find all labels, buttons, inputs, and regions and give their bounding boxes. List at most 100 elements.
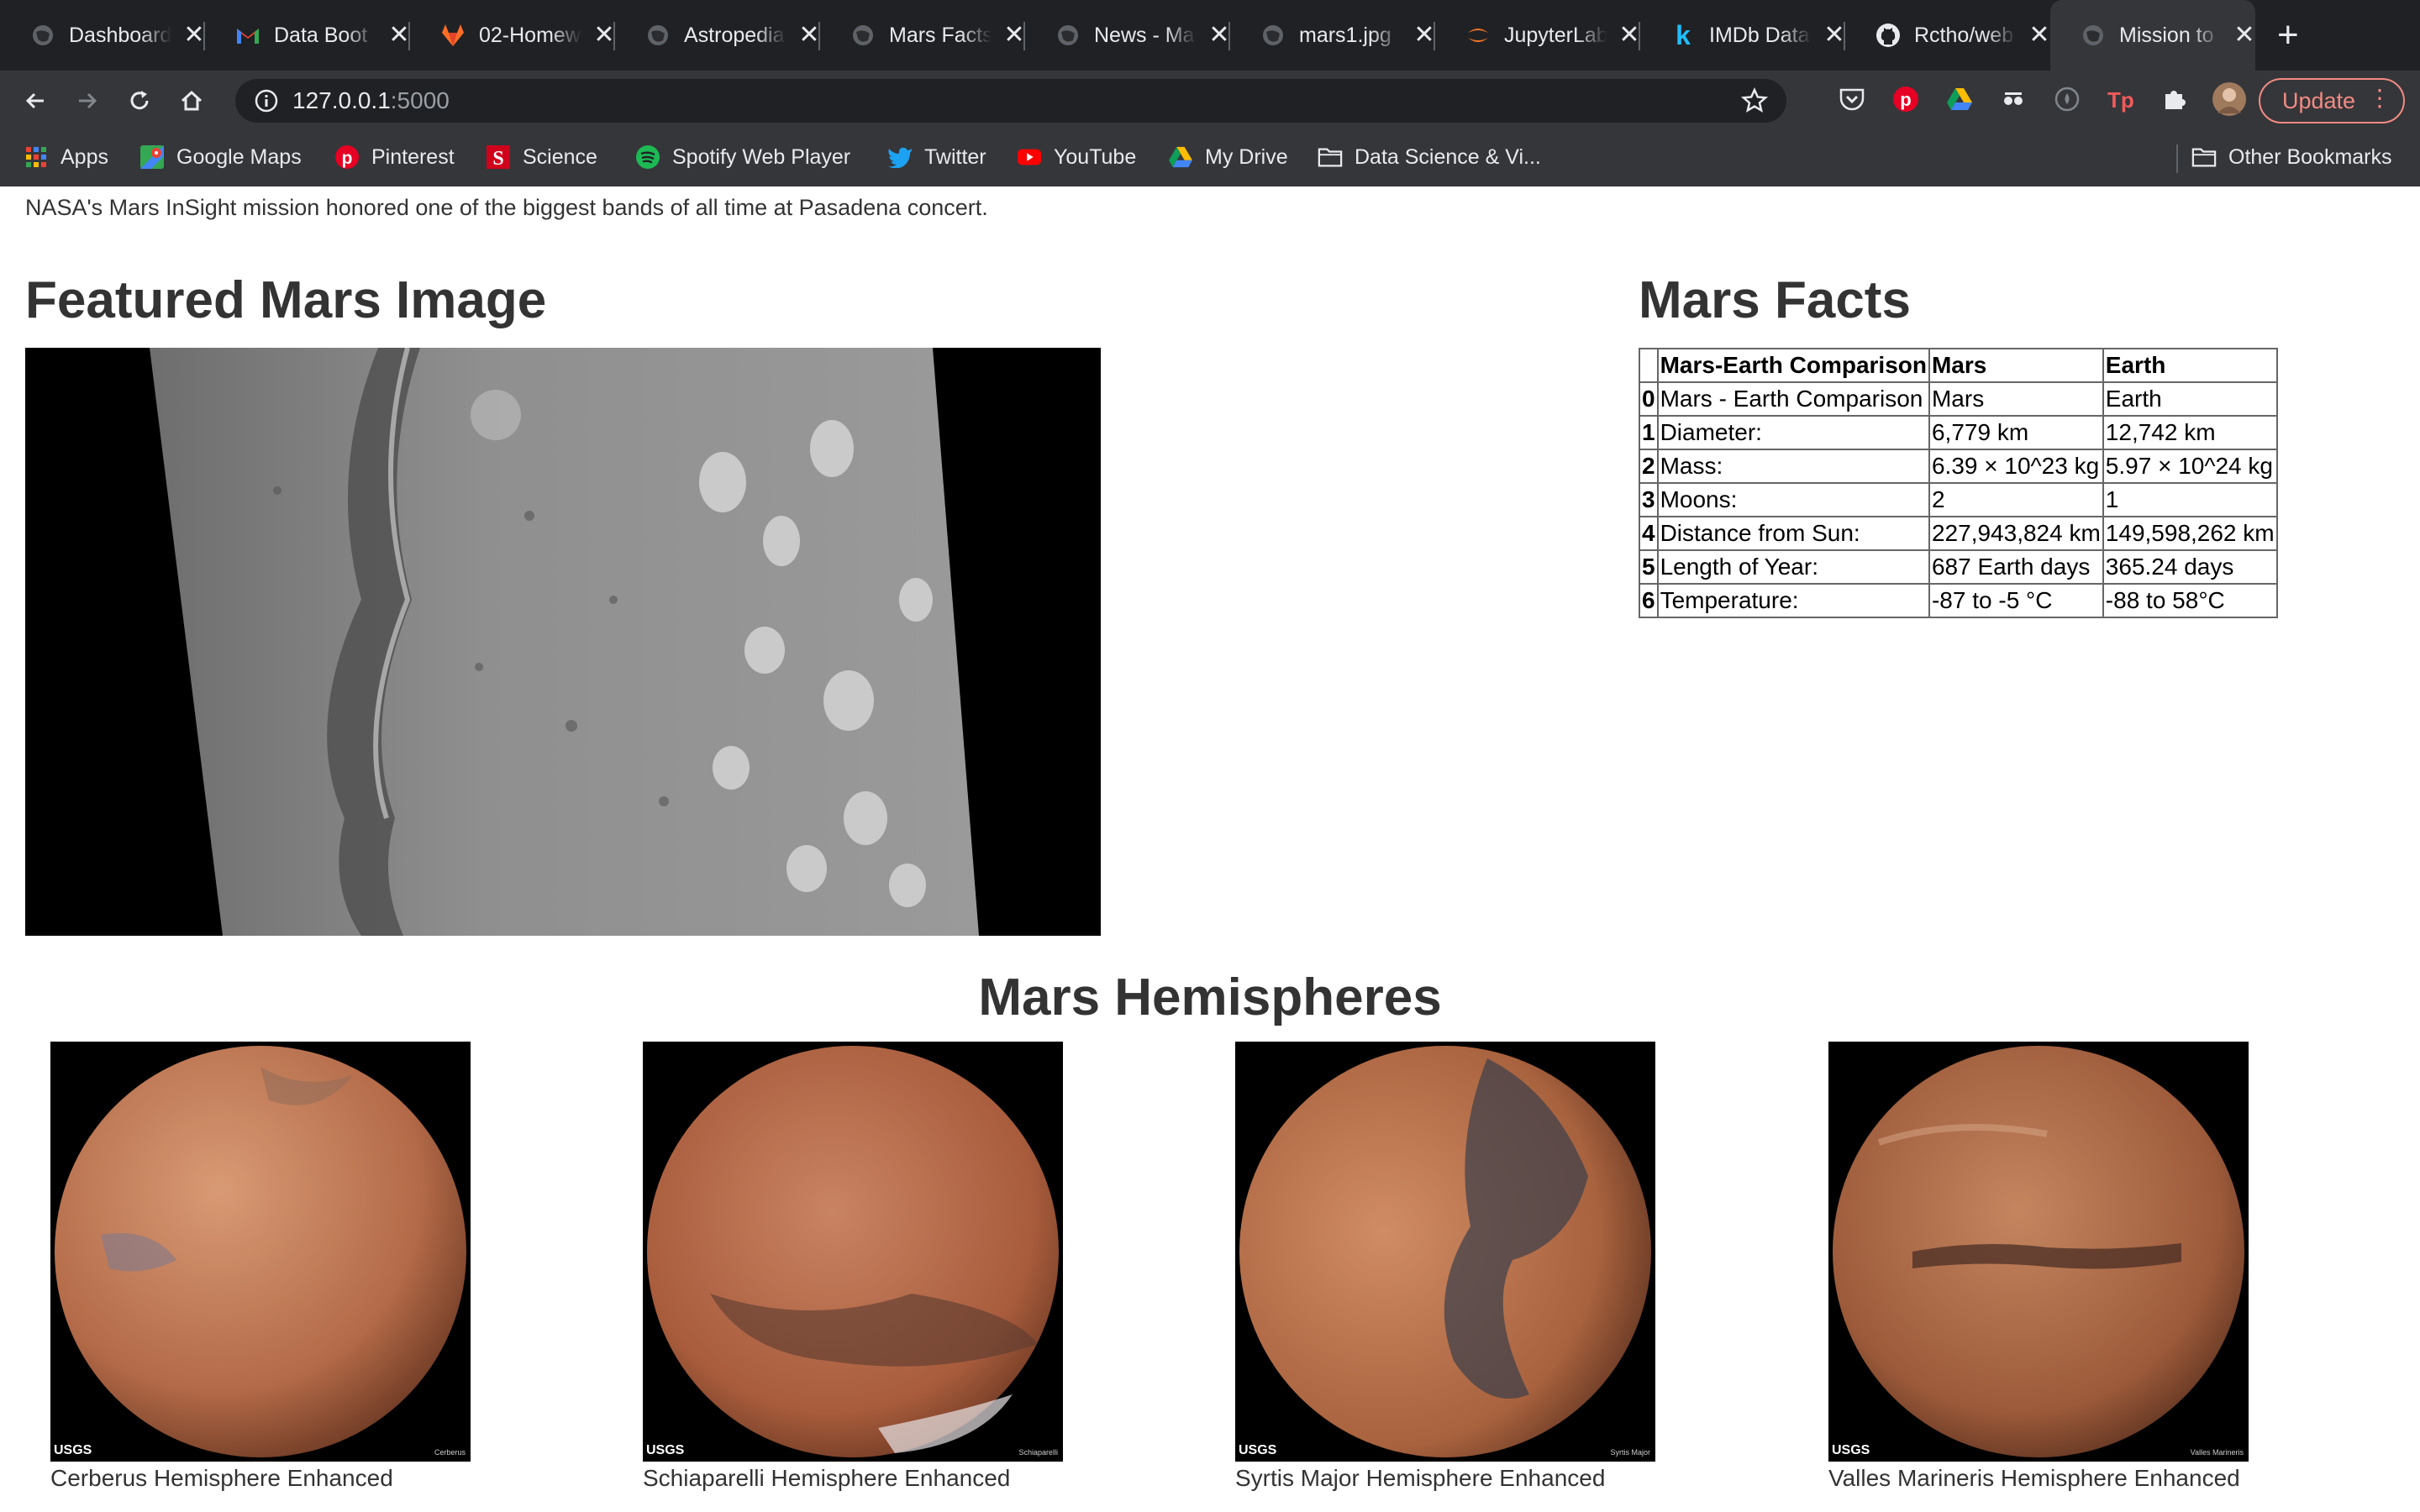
gmail-icon (235, 23, 260, 48)
bookmark-star-icon[interactable] (1740, 87, 1769, 114)
close-icon[interactable]: ✕ (1618, 23, 1640, 48)
puzzle-extensions-icon[interactable] (2160, 84, 2190, 114)
tab-mars1-jpg[interactable]: mars1.jpg ✕ (1230, 0, 1435, 71)
close-icon[interactable]: ✕ (1208, 23, 1230, 48)
hemisphere-image[interactable]: USGS Syrtis Major (1235, 1042, 1655, 1462)
tab-imdb-data[interactable]: k IMDb Data ✕ (1640, 0, 1845, 71)
table-cell: -88 to 58°C (2102, 583, 2278, 618)
hemisphere-card-syrtis-major[interactable]: USGS Syrtis Major Syrtis Major Hemispher… (1235, 1042, 1655, 1492)
tp-extension-icon[interactable]: Tp (2106, 84, 2136, 114)
bookmark-twitter[interactable]: Twitter (887, 144, 986, 170)
bookmark-label: Data Science & Vi... (1355, 144, 1541, 169)
featured-image-title: Featured Mars Image (25, 271, 547, 329)
tab-gitlab[interactable]: 02-Homew ✕ (410, 0, 615, 71)
tab-title: mars1.jpg (1299, 23, 1392, 47)
close-icon[interactable]: ✕ (388, 23, 410, 48)
hemisphere-image[interactable]: USGS Valles Marineris (1828, 1042, 2249, 1462)
table-cell: Length of Year: (1656, 549, 1930, 585)
new-tab-button[interactable]: + (2277, 17, 2299, 54)
bookmark-other-bookmarks[interactable]: Other Bookmarks (2191, 144, 2392, 170)
url-text: 127.0.0.1:5000 (292, 87, 450, 114)
tab-title: Dashboard (69, 23, 171, 47)
bookmark-google-maps[interactable]: Google Maps (139, 144, 302, 170)
drop-extension-icon[interactable] (2052, 84, 2082, 114)
table-row: 6 Temperature: -87 to -5 °C -88 to 58°C (1639, 583, 2278, 618)
hemisphere-card-valles-marineris[interactable]: USGS Valles Marineris Valles Marineris H… (1828, 1042, 2249, 1492)
close-icon[interactable]: ✕ (1003, 23, 1025, 48)
close-icon[interactable]: ✕ (183, 23, 205, 48)
table-cell: Diameter: (1656, 415, 1930, 450)
tab-mars-facts[interactable]: Mars Facts ✕ (820, 0, 1025, 71)
hemisphere-caption[interactable]: Syrtis Major Hemisphere Enhanced (1235, 1465, 1655, 1492)
tab-title: Mars Facts (889, 23, 992, 47)
table-cell: Distance from Sun: (1656, 516, 1930, 551)
bookmark-pinterest[interactable]: p Pinterest (334, 144, 455, 170)
table-cell: 5 (1639, 549, 1659, 585)
tab-jupyterlab[interactable]: JupyterLab ✕ (1435, 0, 1640, 71)
close-icon[interactable]: ✕ (593, 23, 615, 48)
table-cell: 1 (1639, 415, 1659, 450)
bookmark-label: My Drive (1205, 144, 1288, 169)
table-cell: Mars (1928, 381, 2104, 417)
home-button[interactable] (175, 84, 208, 118)
more-menu-icon[interactable]: ⋮ (2368, 87, 2391, 110)
google-drive-extension-icon[interactable] (1944, 84, 1975, 114)
folder-icon (2191, 144, 2217, 170)
table-header (1639, 348, 1659, 383)
tab-gmail[interactable]: Data Boot ✕ (205, 0, 410, 71)
table-cell: 3 (1639, 482, 1659, 517)
update-button[interactable]: Update ⋮ (2259, 78, 2405, 123)
close-icon[interactable]: ✕ (2028, 23, 2050, 48)
table-cell: Mass: (1656, 449, 1930, 484)
table-cell: Earth (2102, 381, 2278, 417)
tab-mission-to-mars[interactable]: Mission to ✕ (2050, 0, 2255, 71)
table-cell: 227,943,824 km (1928, 516, 2104, 551)
tab-news[interactable]: News - Mars ✕ (1025, 0, 1230, 71)
globe-icon (1055, 23, 1081, 48)
bookmark-science[interactable]: S Science (486, 144, 597, 170)
globe-icon (645, 23, 671, 48)
hemisphere-card-schiaparelli[interactable]: USGS Schiaparelli Schiaparelli Hemispher… (643, 1042, 1063, 1492)
twitter-icon (887, 144, 913, 170)
address-bar[interactable]: 127.0.0.1:5000 (235, 79, 1786, 123)
hemisphere-caption[interactable]: Valles Marineris Hemisphere Enhanced (1828, 1465, 2249, 1492)
bookmark-apps[interactable]: Apps (24, 144, 108, 170)
url-port: :5000 (390, 87, 450, 113)
close-icon[interactable]: ✕ (1413, 23, 1435, 48)
science-icon: S (486, 144, 511, 170)
table-header: Mars (1928, 348, 2104, 383)
pinterest-extension-icon[interactable]: p (1891, 84, 1921, 114)
hemisphere-caption[interactable]: Schiaparelli Hemisphere Enhanced (643, 1465, 1063, 1492)
tab-dashboard[interactable]: Dashboard ✕ (0, 0, 205, 71)
featured-mars-image[interactable] (25, 347, 1101, 936)
tab-github[interactable]: Rctho/web ✕ (1845, 0, 2050, 71)
news-teaser: NASA's Mars InSight mission honored one … (25, 195, 988, 220)
tab-astropedia[interactable]: Astropedia ✕ (615, 0, 820, 71)
bookmark-my-drive[interactable]: My Drive (1168, 144, 1288, 170)
pocket-icon[interactable] (1837, 84, 1867, 114)
site-info-icon[interactable] (254, 88, 279, 113)
table-cell: 1 (2102, 482, 2278, 517)
hemisphere-image[interactable]: USGS Cerberus (50, 1042, 471, 1462)
table-row: 0 Mars - Earth Comparison Mars Earth (1639, 381, 2278, 417)
bookmark-spotify[interactable]: Spotify Web Player (635, 144, 850, 170)
hemisphere-card-cerberus[interactable]: USGS Cerberus Cerberus Hemisphere Enhanc… (50, 1042, 471, 1492)
tab-title: Rctho/web (1914, 23, 2014, 47)
hemisphere-caption[interactable]: Cerberus Hemisphere Enhanced (50, 1465, 471, 1492)
back-button[interactable] (18, 84, 52, 118)
jupyter-icon (1465, 23, 1491, 48)
table-row: 3 Moons: 2 1 (1639, 482, 2278, 517)
hemisphere-image[interactable]: USGS Schiaparelli (643, 1042, 1063, 1462)
table-row: 2 Mass: 6.39 × 10^23 kg 5.97 × 10^24 kg (1639, 449, 2278, 484)
avatar[interactable] (2212, 81, 2247, 117)
table-cell: 6,779 km (1928, 415, 2104, 450)
forward-button[interactable] (71, 84, 104, 118)
bookmark-folder-data-science[interactable]: Data Science & Vi... (1318, 144, 1541, 170)
close-icon[interactable]: ✕ (2233, 23, 2255, 48)
close-icon[interactable]: ✕ (798, 23, 820, 48)
reload-button[interactable] (123, 84, 156, 118)
bookmark-youtube[interactable]: YouTube (1017, 144, 1136, 170)
svg-text:S: S (492, 148, 503, 170)
close-icon[interactable]: ✕ (1823, 23, 1845, 48)
glasses-extension-icon[interactable] (1998, 84, 2028, 114)
